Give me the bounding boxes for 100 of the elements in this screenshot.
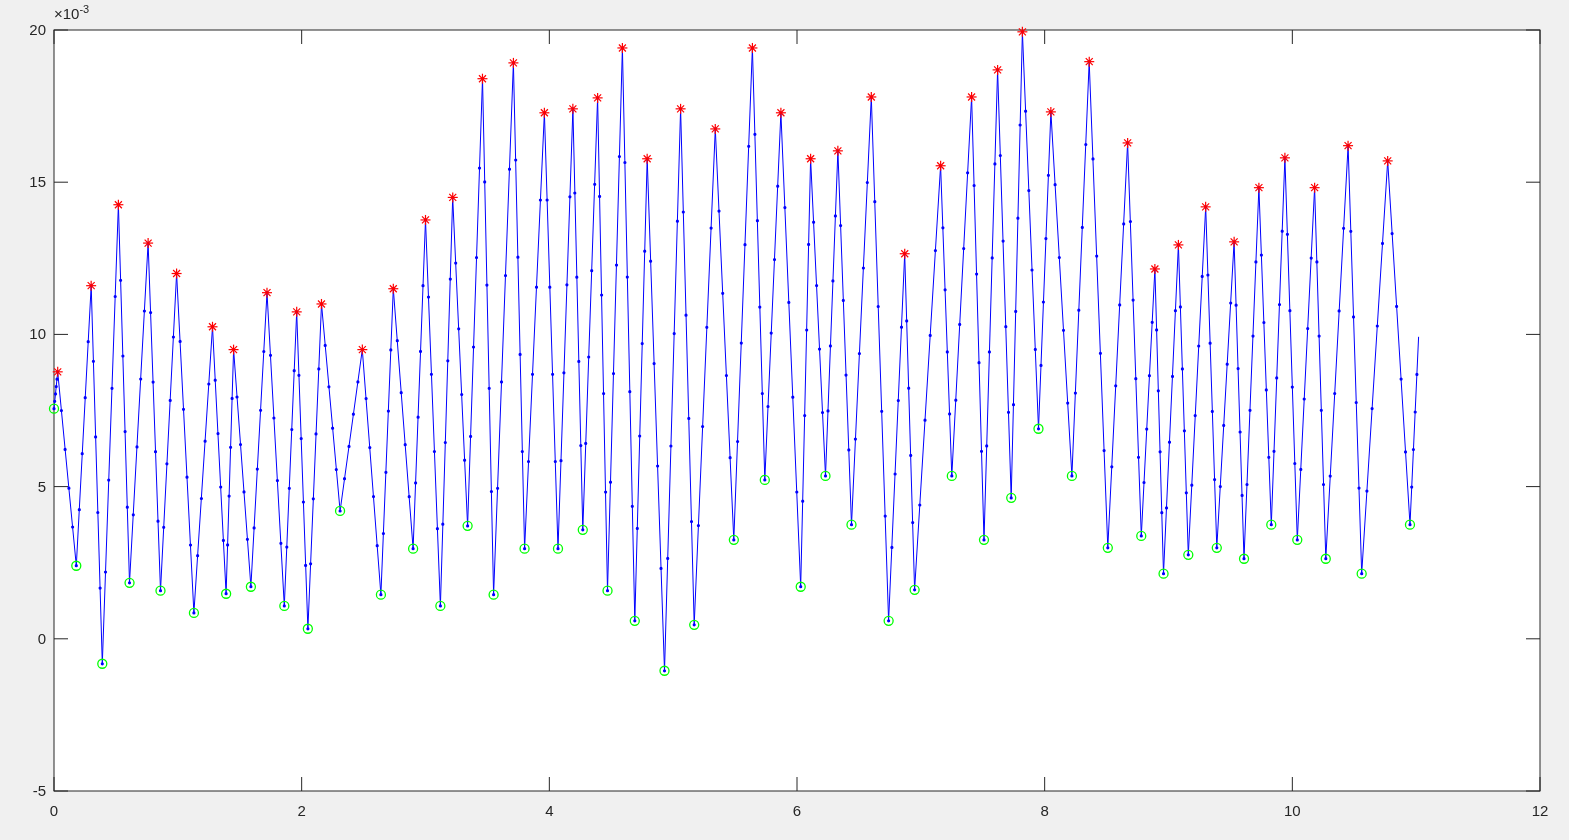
peak-marker — [832, 145, 844, 157]
trough-marker — [1356, 568, 1367, 579]
trough-marker — [1102, 542, 1113, 553]
y-tick-label: 15 — [29, 173, 46, 191]
peak-marker — [709, 123, 721, 135]
peak-marker — [261, 287, 273, 299]
peak-marker — [992, 64, 1004, 76]
peak-marker — [1149, 263, 1161, 275]
trough-marker — [279, 600, 290, 612]
peak-marker — [52, 366, 64, 378]
peak-marker — [616, 42, 628, 54]
peak-marker — [966, 91, 978, 103]
x-tick-label: 12 — [1531, 802, 1549, 819]
peak-marker — [775, 107, 787, 119]
trough-marker — [1238, 553, 1250, 564]
peak-marker — [112, 199, 124, 211]
peak-marker — [206, 321, 219, 333]
peak-marker — [1016, 26, 1028, 38]
trough-marker — [602, 585, 613, 596]
x-tick-label: 10 — [1284, 802, 1301, 819]
trough-marker — [1320, 553, 1331, 564]
peak-marker — [1279, 152, 1291, 164]
peak-marker — [1309, 182, 1321, 194]
exponent-label: ×10$^{-3}$ — [54, 4, 91, 21]
trough-marker — [1266, 519, 1277, 530]
trough-marker — [155, 585, 166, 596]
y-tick-label: 5 — [37, 477, 46, 495]
trough-marker — [978, 534, 990, 545]
peak-marker — [447, 191, 459, 203]
trough-marker — [552, 543, 564, 554]
trough-marker — [375, 589, 387, 600]
peak-marker — [641, 153, 653, 165]
y-tick-label: 20 — [29, 21, 46, 38]
x-tick-label: 6 — [792, 802, 802, 819]
x-tick-label: 4 — [545, 802, 554, 819]
trough-marker — [946, 470, 957, 482]
trough-marker — [1136, 530, 1147, 542]
trough-marker — [795, 581, 806, 592]
trough-marker — [488, 589, 499, 600]
trough-marker — [302, 623, 313, 634]
peak-marker — [1045, 106, 1057, 118]
trough-marker — [909, 584, 920, 595]
trough-marker — [462, 520, 473, 531]
peak-marker — [315, 298, 328, 310]
trough-marker — [435, 600, 446, 612]
trough-marker — [629, 615, 640, 626]
peak-marker — [1228, 236, 1240, 248]
x-tick-label: 0 — [49, 802, 59, 819]
trough-marker — [334, 505, 346, 517]
trough-marker — [846, 519, 857, 530]
trough-marker — [728, 534, 739, 545]
trough-marker — [1033, 423, 1044, 434]
trough-marker — [689, 619, 700, 630]
x-tick-label: 8 — [1040, 802, 1049, 819]
x-tick-label: 2 — [297, 802, 306, 819]
y-tick-label: 0 — [37, 629, 46, 647]
peak-marker — [387, 283, 399, 295]
trough-marker — [188, 607, 200, 619]
peak-marker — [746, 42, 758, 54]
peak-marker — [85, 280, 97, 292]
trough-marker — [124, 577, 135, 588]
peak-marker — [476, 73, 489, 85]
peak-marker — [142, 237, 154, 249]
peak-marker — [291, 306, 303, 318]
peak-marker — [1253, 182, 1265, 194]
trough-marker — [820, 470, 831, 482]
peak-marker — [171, 267, 183, 280]
peak-marker — [675, 103, 687, 115]
peak-marker — [1083, 56, 1095, 68]
peak-marker — [538, 107, 550, 119]
trough-marker — [407, 543, 419, 554]
peak-marker — [227, 344, 240, 356]
peak-marker — [356, 344, 368, 356]
peak-marker — [1200, 201, 1212, 213]
peak-marker — [1342, 140, 1354, 152]
trough-marker — [245, 581, 257, 592]
trough-marker — [221, 588, 232, 599]
trough-marker — [1158, 568, 1169, 579]
peak-marker — [899, 248, 911, 260]
peak-marker — [935, 160, 947, 172]
trough-marker — [48, 403, 60, 414]
trough-marker — [883, 615, 894, 626]
y-tick-label: 10 — [29, 325, 46, 343]
peak-marker — [1382, 155, 1394, 167]
trough-marker — [1211, 542, 1222, 553]
trough-marker — [1292, 534, 1303, 545]
trough-marker — [1404, 519, 1416, 530]
trough-marker — [759, 474, 770, 486]
peak-marker — [865, 91, 877, 103]
trough-marker — [97, 658, 108, 669]
peak-marker — [419, 214, 432, 226]
trough-marker — [659, 665, 670, 676]
trough-marker — [577, 524, 588, 535]
peak-marker — [805, 153, 817, 165]
trough-marker — [1006, 492, 1017, 503]
peak-marker — [1172, 239, 1184, 251]
trough-marker — [1183, 549, 1194, 560]
trough-marker — [1066, 470, 1078, 482]
peak-marker — [592, 92, 604, 104]
peak-marker — [1122, 137, 1134, 149]
